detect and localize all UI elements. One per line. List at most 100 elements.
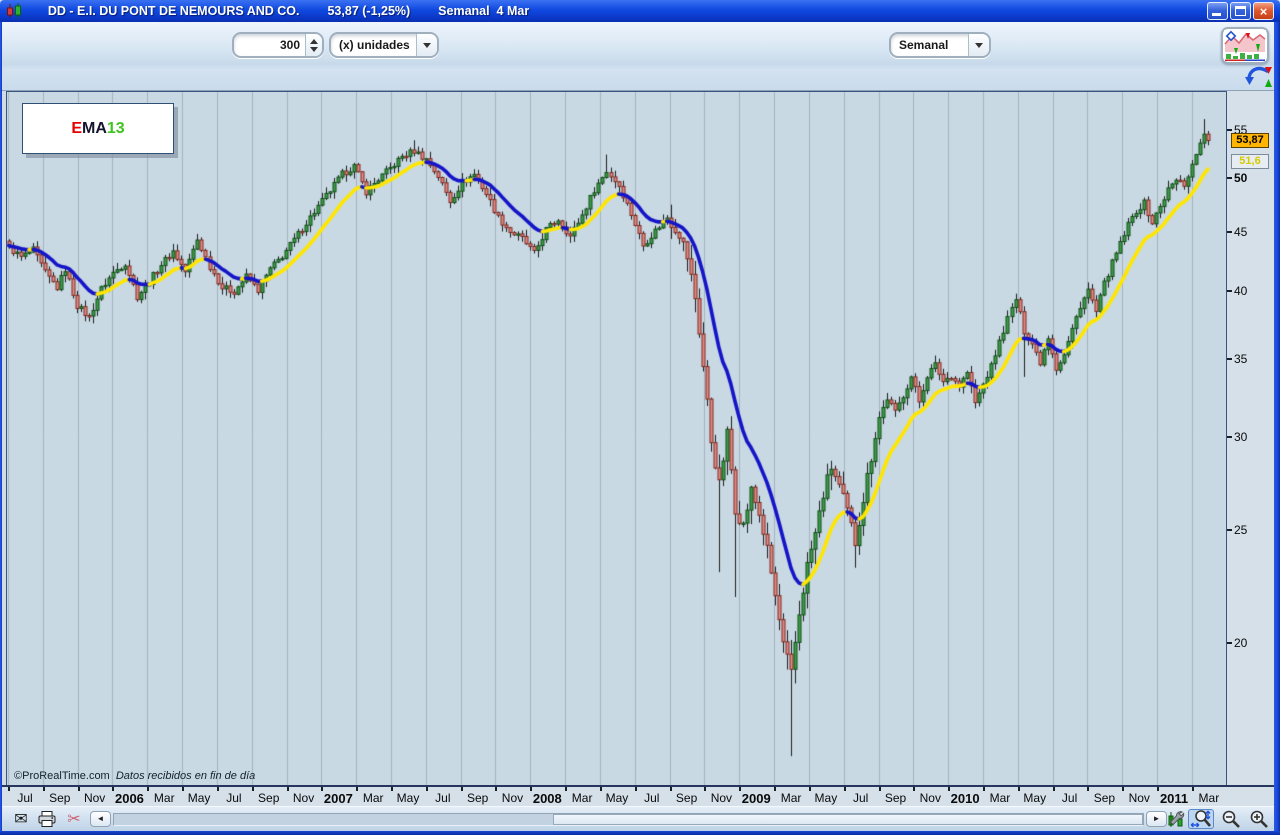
main-toolbar: 300 (x) unidades Semanal (2, 22, 1274, 91)
time-axis-tick (983, 787, 985, 791)
dropdown-arrow-icon[interactable] (416, 34, 437, 56)
zoom-out-button[interactable] (1220, 809, 1242, 829)
price-axis-label: 20 (1234, 636, 1247, 650)
time-axis-label: Sep (676, 791, 697, 805)
time-axis-tick (1087, 787, 1089, 791)
price-axis[interactable]: 53,87 51,6 5550454035302520 (1227, 91, 1274, 785)
copyright-note: ©ProRealTime.com Datos recibidos en fin … (14, 770, 255, 782)
window-border-left (0, 22, 2, 831)
price-axis-label: 50 (1234, 171, 1247, 185)
time-axis-label: Mar (363, 791, 384, 805)
time-axis-label: 2007 (324, 791, 353, 806)
time-axis-tick (704, 787, 706, 791)
chart-scrollbar-track[interactable] (113, 813, 1144, 826)
ema-value-badge: 51,6 (1231, 154, 1269, 169)
time-axis-tick (217, 787, 219, 791)
time-axis-label: Mar (572, 791, 593, 805)
time-axis-tick (1157, 787, 1159, 791)
time-axis-label: Nov (293, 791, 314, 805)
units-dropdown[interactable]: (x) unidades (329, 32, 439, 58)
scroll-left-icon: ◄ (97, 814, 105, 823)
time-axis-label: May (606, 791, 629, 805)
timeframe-dropdown-value: Semanal (891, 38, 968, 52)
minimize-button[interactable] (1207, 2, 1228, 20)
price-axis-label: 35 (1234, 352, 1247, 366)
price-axis-tick (1227, 642, 1232, 644)
dropdown-arrow-icon[interactable] (968, 34, 989, 56)
time-axis-label: Mar (1199, 791, 1220, 805)
close-icon: × (1254, 3, 1273, 19)
data-note: Datos recibidos en fin de día (116, 770, 255, 782)
timeframe-dropdown[interactable]: Semanal (889, 32, 991, 58)
time-axis-label: Nov (711, 791, 732, 805)
time-axis-label: May (815, 791, 838, 805)
price-axis-tick (1227, 177, 1232, 179)
indicator-legend-ema13[interactable]: EMA13 (22, 103, 174, 154)
time-axis-label: Sep (49, 791, 70, 805)
close-button[interactable]: × (1253, 2, 1274, 20)
time-axis-tick (252, 787, 254, 791)
time-axis-tick (78, 787, 80, 791)
chart-plot-area[interactable]: ©ProRealTime.com Datos recibidos en fin … (6, 91, 1227, 785)
time-axis-label: Mar (781, 791, 802, 805)
time-axis-tick (356, 787, 358, 791)
spinner-buttons[interactable] (305, 34, 322, 56)
maximize-button[interactable] (1230, 2, 1251, 20)
time-axis-tick (287, 787, 289, 791)
time-axis-label: Jul (17, 791, 32, 805)
refresh-arrows-icon (1245, 65, 1275, 89)
bars-count-spinner[interactable]: 300 (232, 32, 324, 58)
refresh-data-button[interactable] (1245, 65, 1275, 89)
price-axis-tick (1227, 436, 1232, 438)
spinner-up-icon[interactable] (310, 39, 318, 44)
legend-ema-ma: MA (82, 120, 107, 138)
price-axis-tick (1227, 290, 1232, 292)
time-axis-label: Sep (885, 791, 906, 805)
time-axis-label: Jul (853, 791, 868, 805)
email-chart-button[interactable]: ✉ (10, 809, 32, 829)
spinner-down-icon[interactable] (310, 47, 318, 52)
time-axis-tick (1122, 787, 1124, 791)
time-axis-label: Nov (1129, 791, 1150, 805)
price-axis-tick (1227, 231, 1232, 233)
scroll-right-icon: ► (1153, 814, 1161, 823)
zoom-selection-button[interactable] (1188, 809, 1214, 829)
time-axis-tick (1018, 787, 1020, 791)
chart-scrollbar-thumb[interactable] (553, 814, 1143, 825)
time-axis-label: 2006 (115, 791, 144, 806)
print-chart-button[interactable] (36, 809, 58, 829)
price-axis-tick (1227, 358, 1232, 360)
time-axis-label: Sep (258, 791, 279, 805)
price-axis-label: 40 (1234, 284, 1247, 298)
title-bar[interactable]: DD - E.I. DU PONT DE NEMOURS AND CO.53,8… (0, 0, 1280, 22)
time-axis-tick (426, 787, 428, 791)
time-axis-label: Nov (920, 791, 941, 805)
magnifier-plus-icon (1249, 810, 1269, 829)
cut-chart-button[interactable]: ✂ (63, 809, 85, 829)
units-dropdown-value: (x) unidades (331, 38, 416, 52)
maximize-icon (1235, 6, 1246, 16)
magnifier-minus-icon (1221, 810, 1241, 829)
time-axis-label: 2009 (742, 791, 771, 806)
time-axis-label: May (397, 791, 420, 805)
time-axis-label: Jul (1062, 791, 1077, 805)
time-axis-tick (565, 787, 567, 791)
time-axis-tick (43, 787, 45, 791)
legend-ema-e: E (71, 120, 82, 138)
time-axis-label: May (1023, 791, 1046, 805)
time-axis[interactable]: Jul Sep Nov 2006 Mar May Jul Sep Nov 2007 Mar May Ju… (2, 785, 1274, 806)
minimize-icon (1212, 13, 1221, 16)
chart-settings-button[interactable] (1164, 809, 1186, 829)
zoom-in-button[interactable] (1248, 809, 1270, 829)
candlestick-canvas[interactable] (7, 92, 1226, 785)
chart-display-settings-button[interactable] (1221, 27, 1269, 64)
time-axis-tick (600, 787, 602, 791)
scroll-left-button[interactable]: ◄ (90, 811, 111, 827)
price-axis-tick (1227, 529, 1232, 531)
time-axis-label: May (188, 791, 211, 805)
time-axis-tick (844, 787, 846, 791)
candlestick-app-icon (5, 3, 23, 19)
time-axis-tick (879, 787, 881, 791)
mini-chart-icon (1224, 30, 1266, 61)
time-axis-tick (635, 787, 637, 791)
